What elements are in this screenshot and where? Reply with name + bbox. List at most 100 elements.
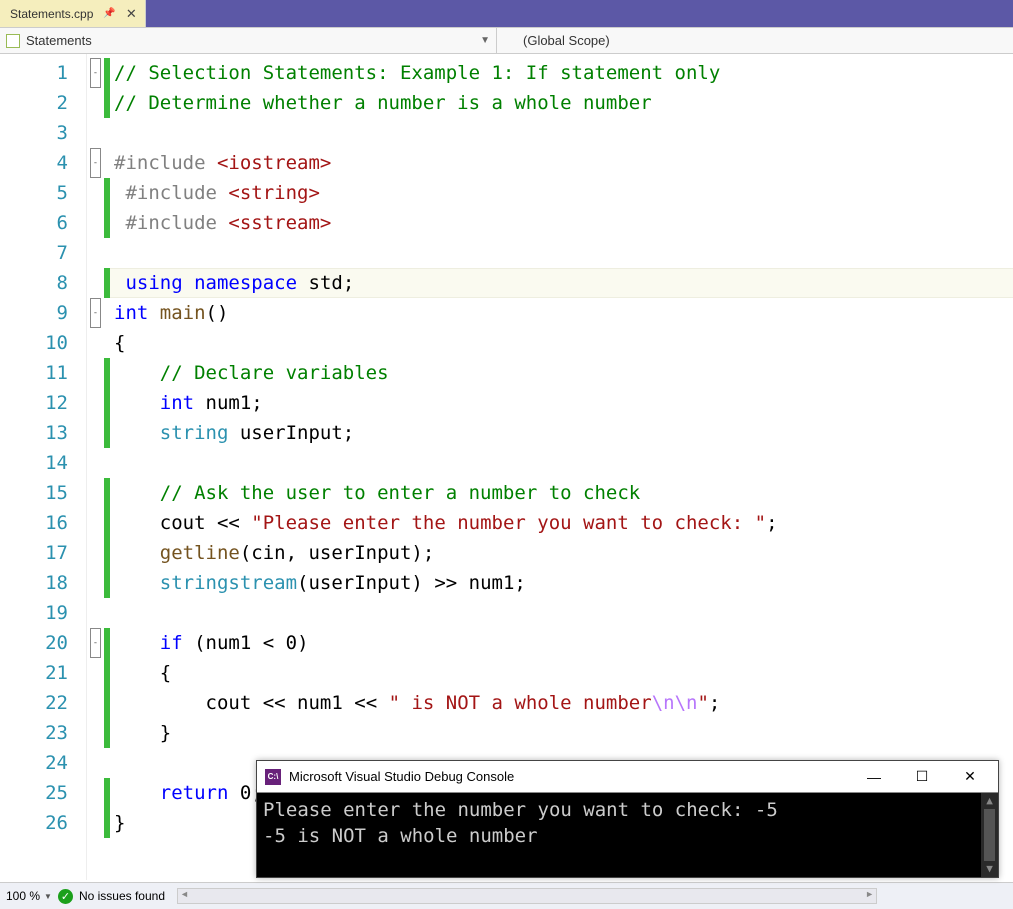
code-line[interactable]: {	[114, 658, 1013, 688]
scroll-up-icon[interactable]: ▲	[981, 793, 998, 809]
line-number: 13	[0, 418, 68, 448]
fold-cell	[87, 508, 104, 538]
nav-right-label: (Global Scope)	[523, 33, 610, 48]
fold-cell	[87, 238, 104, 268]
fold-toggle-icon[interactable]: -	[90, 298, 101, 328]
code-content[interactable]: // Selection Statements: Example 1: If s…	[110, 54, 1013, 880]
console-app-icon: C:\	[265, 769, 281, 785]
console-line: Please enter the number you want to chec…	[263, 797, 992, 823]
code-line[interactable]: getline(cin, userInput);	[114, 538, 1013, 568]
code-line[interactable]: int main()	[114, 298, 1013, 328]
code-line[interactable]: using namespace std;	[114, 268, 1013, 298]
code-line[interactable]: int num1;	[114, 388, 1013, 418]
scroll-down-icon[interactable]: ▼	[981, 861, 998, 877]
code-line[interactable]: string userInput;	[114, 418, 1013, 448]
fold-cell	[87, 118, 104, 148]
line-number: 23	[0, 718, 68, 748]
line-number: 18	[0, 568, 68, 598]
zoom-value: 100 %	[6, 889, 40, 903]
horizontal-scrollbar[interactable]	[177, 888, 877, 904]
console-title-text: Microsoft Visual Studio Debug Console	[289, 769, 514, 784]
fold-cell	[87, 388, 104, 418]
scroll-thumb[interactable]	[984, 809, 995, 861]
line-number: 19	[0, 598, 68, 628]
line-number: 12	[0, 388, 68, 418]
zoom-control[interactable]: 100 % ▼	[6, 889, 52, 903]
fold-cell	[87, 358, 104, 388]
code-line[interactable]: #include <string>	[114, 178, 1013, 208]
line-number: 8	[0, 268, 68, 298]
line-number: 9	[0, 298, 68, 328]
line-number: 24	[0, 748, 68, 778]
console-scrollbar[interactable]: ▲ ▼	[981, 793, 998, 877]
code-line[interactable]: }	[114, 718, 1013, 748]
code-line[interactable]: if (num1 < 0)	[114, 628, 1013, 658]
code-line[interactable]: cout << num1 << " is NOT a whole number\…	[114, 688, 1013, 718]
code-line[interactable]	[114, 448, 1013, 478]
line-number: 22	[0, 688, 68, 718]
code-line[interactable]: #include <sstream>	[114, 208, 1013, 238]
chevron-down-icon: ▼	[480, 35, 490, 46]
fold-cell	[87, 538, 104, 568]
fold-cell	[87, 418, 104, 448]
debug-console-window: C:\ Microsoft Visual Studio Debug Consol…	[256, 760, 999, 878]
line-number: 6	[0, 208, 68, 238]
line-number: 15	[0, 478, 68, 508]
tab-statements-cpp[interactable]: Statements.cpp 📌 ✕	[0, 0, 146, 27]
console-body[interactable]: Please enter the number you want to chec…	[257, 793, 998, 877]
fold-cell	[87, 748, 104, 778]
code-line[interactable]: {	[114, 328, 1013, 358]
fold-cell: -	[87, 148, 104, 178]
fold-toggle-icon[interactable]: -	[90, 58, 101, 88]
fold-cell	[87, 448, 104, 478]
pin-icon[interactable]: 📌	[103, 8, 115, 19]
close-button[interactable]: ✕	[950, 768, 990, 785]
console-line: -5 is NOT a whole number	[263, 823, 992, 849]
maximize-button[interactable]: ☐	[902, 768, 942, 785]
line-number: 16	[0, 508, 68, 538]
fold-cell: -	[87, 58, 104, 88]
code-line[interactable]: // Ask the user to enter a number to che…	[114, 478, 1013, 508]
console-titlebar[interactable]: C:\ Microsoft Visual Studio Debug Consol…	[257, 761, 998, 793]
fold-cell: -	[87, 628, 104, 658]
line-number: 17	[0, 538, 68, 568]
nav-scope-left[interactable]: Statements ▼	[0, 28, 497, 53]
fold-cell	[87, 268, 104, 298]
code-line[interactable]	[114, 118, 1013, 148]
code-line[interactable]	[114, 238, 1013, 268]
fold-cell	[87, 808, 104, 838]
close-icon[interactable]: ✕	[126, 6, 137, 22]
code-editor[interactable]: 1234567891011121314151617181920212223242…	[0, 54, 1013, 880]
fold-column: - - - -	[86, 54, 104, 880]
fold-cell	[87, 598, 104, 628]
fold-cell	[87, 778, 104, 808]
fold-toggle-icon[interactable]: -	[90, 148, 101, 178]
code-line[interactable]: // Selection Statements: Example 1: If s…	[114, 58, 1013, 88]
fold-toggle-icon[interactable]: -	[90, 628, 101, 658]
code-line[interactable]	[114, 598, 1013, 628]
code-line[interactable]: #include <iostream>	[114, 148, 1013, 178]
status-bar: 100 % ▼ ✓ No issues found	[0, 882, 1013, 909]
line-number: 14	[0, 448, 68, 478]
nav-scope-right[interactable]: (Global Scope)	[497, 28, 1013, 53]
code-line[interactable]: stringstream(userInput) >> num1;	[114, 568, 1013, 598]
code-line[interactable]: // Declare variables	[114, 358, 1013, 388]
navigation-bar: Statements ▼ (Global Scope)	[0, 28, 1013, 54]
fold-cell	[87, 478, 104, 508]
minimize-button[interactable]: —	[854, 769, 894, 785]
fold-cell	[87, 718, 104, 748]
line-number-gutter: 1234567891011121314151617181920212223242…	[0, 54, 86, 880]
code-line[interactable]: cout << "Please enter the number you wan…	[114, 508, 1013, 538]
line-number: 20	[0, 628, 68, 658]
line-number: 10	[0, 328, 68, 358]
line-number: 3	[0, 118, 68, 148]
fold-cell: -	[87, 298, 104, 328]
line-number: 26	[0, 808, 68, 838]
nav-left-label: Statements	[26, 33, 92, 48]
scope-icon	[6, 34, 20, 48]
status-issues-text: No issues found	[79, 889, 165, 903]
fold-cell	[87, 658, 104, 688]
fold-cell	[87, 568, 104, 598]
code-line[interactable]: // Determine whether a number is a whole…	[114, 88, 1013, 118]
fold-cell	[87, 88, 104, 118]
